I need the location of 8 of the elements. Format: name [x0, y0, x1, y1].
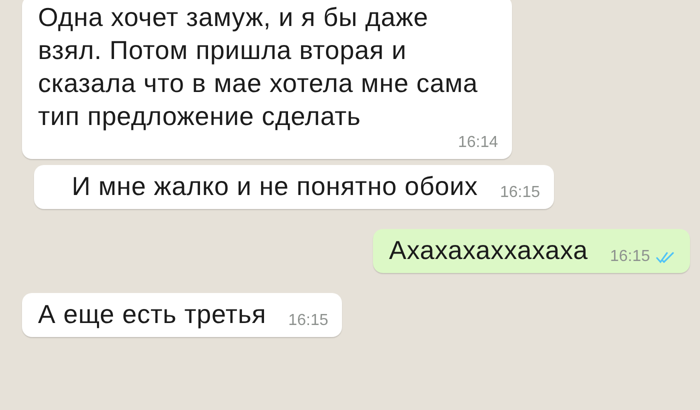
message-time: 16:15 [288, 311, 328, 331]
message-text: Ахахахаххахаха [389, 234, 588, 267]
message-time: 16:15 [500, 183, 540, 203]
message-time: 16:14 [458, 133, 498, 153]
message-text: Одна хочет замуж, и я бы даже взял. Потом пришла вторая и сказала что в мае хотела мне сама тип предложение сделать [38, 1, 479, 133]
message-time: 16:15 [610, 247, 650, 267]
message-text: А еще есть третья [38, 298, 266, 331]
message-text: И мне жалко и не понятно обоих [72, 170, 478, 203]
